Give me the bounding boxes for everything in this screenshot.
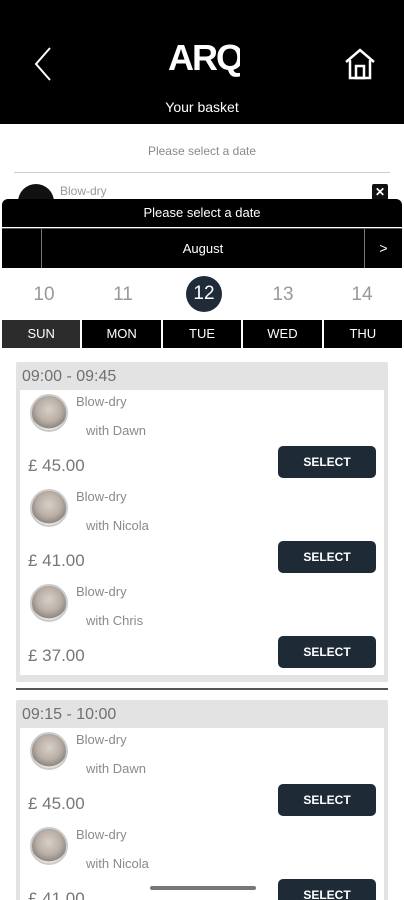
select-button[interactable]: SELECT (278, 541, 376, 573)
avatar (30, 394, 68, 432)
avatar (30, 489, 68, 527)
service-name: Blow-dry (76, 394, 127, 409)
back-button[interactable] (30, 44, 58, 84)
stylist-name: with Nicola (86, 518, 149, 533)
day-sun[interactable]: SUN (2, 320, 81, 348)
chevron-left-icon (34, 47, 51, 81)
date-row: 10 11 12 13 14 (2, 272, 402, 316)
svg-text:ARQ: ARQ (168, 37, 240, 78)
basket-item-label: Blow-dry (60, 184, 107, 198)
date-12-selected[interactable]: 12 (186, 276, 222, 312)
select-button[interactable]: SELECT (278, 784, 376, 816)
avatar (18, 184, 54, 200)
basket-date-prompt: Please select a date (147, 144, 257, 158)
slot-list: Blow-dry with Dawn £ 45.00 SELECT Blow-d… (20, 390, 384, 675)
avatar (30, 732, 68, 770)
weekday-row: SUN MON TUE WED THU (2, 320, 403, 348)
home-button[interactable] (340, 44, 380, 84)
divider (16, 688, 388, 690)
home-icon (345, 48, 375, 80)
list-item: Blow-dry with Nicola £ 41.00 SELECT (20, 485, 384, 580)
remove-item-button[interactable]: ✕ (372, 184, 388, 200)
slot-group: 09:00 - 09:45 Blow-dry with Dawn £ 45.00… (16, 362, 388, 682)
select-button[interactable]: SELECT (278, 636, 376, 668)
service-name: Blow-dry (76, 584, 127, 599)
list-item: Blow-dry with Chris £ 37.00 SELECT (20, 580, 384, 675)
select-button[interactable]: SELECT (278, 879, 376, 900)
divider (14, 172, 390, 173)
select-button[interactable]: SELECT (278, 446, 376, 478)
page-subtitle: Your basket (165, 99, 239, 115)
service-name: Blow-dry (76, 732, 127, 747)
stylist-name: with Nicola (86, 856, 149, 871)
price: £ 45.00 (28, 456, 85, 475)
service-name: Blow-dry (76, 827, 127, 842)
date-13[interactable]: 13 (263, 278, 303, 312)
avatar (30, 827, 68, 865)
slot-time: 09:15 - 10:00 (22, 706, 117, 723)
month-selector: August > (2, 228, 402, 268)
next-month-button[interactable]: > (364, 229, 402, 268)
price: £ 41.00 (28, 551, 85, 570)
day-thu[interactable]: THU (321, 320, 403, 348)
app-header: ARQ Your basket (0, 0, 404, 124)
slot-group: 09:15 - 10:00 Blow-dry with Dawn £ 45.00… (16, 700, 388, 900)
price: £ 41.00 (28, 889, 85, 900)
month-label: August (182, 241, 224, 256)
date-picker-title: Please select a date (2, 199, 402, 227)
date-10[interactable]: 10 (24, 278, 64, 312)
slot-time: 09:00 - 09:45 (22, 368, 117, 385)
price: £ 45.00 (28, 794, 85, 813)
stylist-name: with Chris (86, 613, 144, 628)
list-item: Blow-dry with Dawn £ 45.00 SELECT (20, 728, 384, 823)
close-icon: ✕ (374, 185, 386, 199)
avatar (30, 584, 68, 622)
slot-list: Blow-dry with Dawn £ 45.00 SELECT Blow-d… (20, 728, 384, 900)
day-wed[interactable]: WED (241, 320, 322, 348)
service-name: Blow-dry (76, 489, 127, 504)
price: £ 37.00 (28, 646, 85, 665)
brand-logo: ARQ (166, 34, 245, 84)
stylist-name: with Dawn (86, 423, 146, 438)
day-mon[interactable]: MON (80, 320, 161, 348)
prev-month-button[interactable] (2, 229, 42, 268)
list-item: Blow-dry with Dawn £ 45.00 SELECT (20, 390, 384, 485)
date-14[interactable]: 14 (342, 278, 382, 312)
home-indicator (150, 886, 256, 890)
date-11[interactable]: 11 (103, 278, 143, 312)
basket-item: Blow-dry ✕ (16, 180, 390, 200)
day-tue[interactable]: TUE (160, 320, 242, 348)
stylist-name: with Dawn (86, 761, 146, 776)
